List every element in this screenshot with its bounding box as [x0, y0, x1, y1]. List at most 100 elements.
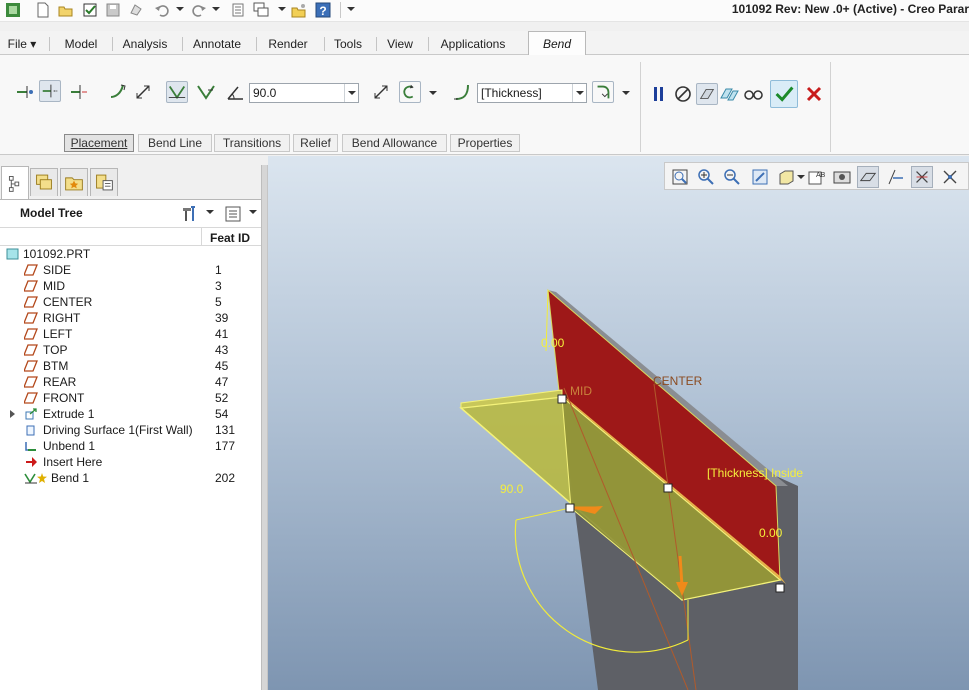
tree-item[interactable]: Extrude 1 54 [0, 406, 261, 422]
annotation-display-icon[interactable] [911, 166, 933, 188]
tree-item[interactable]: LEFT 41 [0, 326, 261, 342]
drag-handle[interactable] [775, 583, 785, 593]
bend-radius-field[interactable]: [Thickness] [477, 83, 587, 103]
save-icon[interactable] [104, 1, 122, 19]
checkmark-icon[interactable] [81, 1, 99, 19]
feat-id-column-header[interactable]: Feat ID [210, 231, 250, 245]
model-tree-tab-icon[interactable] [1, 166, 29, 199]
no-preview-icon[interactable] [672, 83, 694, 105]
bend-angle-icon[interactable] [39, 80, 61, 102]
tree-item[interactable]: FRONT 52 [0, 390, 261, 406]
tree-item[interactable]: TOP 43 [0, 342, 261, 358]
drag-handle[interactable] [663, 483, 673, 493]
bend-angle-type-dropdown[interactable] [427, 82, 437, 104]
bend-line-icon[interactable] [166, 81, 188, 103]
zoom-in-icon[interactable] [695, 166, 717, 188]
tree-item[interactable]: Bend 1 202 [0, 470, 261, 486]
tab-annotate[interactable]: Annotate [186, 34, 248, 54]
pause-icon[interactable] [648, 83, 670, 105]
tab-model[interactable]: Model [56, 34, 106, 54]
dim-top-label[interactable]: 0.00 [541, 336, 565, 350]
redo-dropdown[interactable] [210, 0, 220, 20]
bend-direction-icon[interactable] [195, 81, 217, 103]
layers-tab-icon[interactable] [30, 168, 58, 196]
help-icon[interactable]: ? [314, 1, 332, 19]
bend-to-end-icon[interactable] [14, 81, 36, 103]
navigator-splitter[interactable] [261, 165, 268, 690]
expand-arrow-icon[interactable] [10, 410, 15, 418]
windows-icon[interactable] [252, 1, 270, 19]
bend-centered-icon[interactable] [68, 81, 90, 103]
windows-dropdown[interactable] [276, 0, 286, 20]
subtab-transitions[interactable]: Transitions [214, 134, 290, 152]
tree-item[interactable]: BTM 45 [0, 358, 261, 374]
new-icon[interactable] [34, 1, 52, 19]
drag-handle[interactable] [557, 394, 567, 404]
spin-center-icon[interactable] [939, 166, 961, 188]
regenerate-icon[interactable] [127, 1, 145, 19]
tab-applications[interactable]: Applications [432, 34, 514, 54]
column-divider[interactable] [201, 228, 202, 246]
radius-side-dropdown[interactable] [620, 82, 630, 104]
flip-angle-icon[interactable] [370, 81, 392, 103]
tree-item[interactable]: Driving Surface 1(First Wall) 131 [0, 422, 261, 438]
cancel-x-icon[interactable] [803, 83, 825, 105]
tree-item[interactable]: Unbend 1 177 [0, 438, 261, 454]
close-window-icon[interactable] [290, 1, 308, 19]
saved-orientations-icon[interactable]: AB [805, 166, 827, 188]
tree-item[interactable]: 101092.PRT [0, 246, 261, 262]
subtab-relief[interactable]: Relief [293, 134, 338, 152]
subtab-bend-allowance[interactable]: Bend Allowance [342, 134, 447, 152]
refit-icon[interactable] [669, 166, 691, 188]
app-icon[interactable] [4, 1, 22, 19]
tree-item[interactable]: Insert Here [0, 454, 261, 470]
subtab-placement[interactable]: Placement [64, 134, 134, 152]
redo-icon[interactable] [190, 1, 208, 19]
tree-item[interactable]: REAR 47 [0, 374, 261, 390]
tab-view[interactable]: View [380, 34, 420, 54]
angle-label[interactable]: 90.0 [500, 482, 524, 496]
flip-side-icon[interactable] [132, 81, 154, 103]
tab-tools[interactable]: Tools [328, 34, 368, 54]
repaint-icon[interactable] [749, 166, 771, 188]
datum-display-icon[interactable] [885, 166, 907, 188]
detached-preview-icon[interactable] [718, 83, 740, 105]
bend-angle-dropdown[interactable] [344, 84, 358, 102]
radius-side-icon[interactable] [592, 81, 614, 103]
bend-angle-field[interactable]: 90.0 [249, 83, 359, 103]
display-style-icon[interactable] [775, 166, 797, 188]
undo-icon[interactable] [153, 1, 171, 19]
tab-file[interactable]: File ▾ [2, 34, 42, 54]
model-scene[interactable]: 0.00 MID CENTER [Thickness] Inside 90.0 … [268, 156, 969, 690]
tab-analysis[interactable]: Analysis [116, 34, 174, 54]
subtab-properties[interactable]: Properties [450, 134, 520, 152]
customize-icon[interactable] [345, 0, 355, 20]
show-dropdown[interactable] [247, 201, 257, 223]
tree-item[interactable]: RIGHT 39 [0, 310, 261, 326]
regen-manager-icon[interactable] [229, 1, 247, 19]
dim-right-label[interactable]: 0.00 [759, 526, 783, 540]
tree-item[interactable]: MID 3 [0, 278, 261, 294]
perspective-view-icon[interactable] [857, 166, 879, 188]
bend-angle-type-icon[interactable] [399, 81, 421, 103]
rolled-bend-icon[interactable] [107, 81, 129, 103]
view-manager-icon[interactable] [831, 166, 853, 188]
display-style-dropdown[interactable] [795, 166, 805, 188]
undo-dropdown[interactable] [174, 0, 184, 20]
thickness-label[interactable]: [Thickness] Inside [707, 466, 803, 480]
show-icon[interactable] [223, 204, 243, 224]
favorites-tab-icon[interactable] [60, 168, 88, 196]
tab-render[interactable]: Render [260, 34, 316, 54]
tree-item[interactable]: SIDE 1 [0, 262, 261, 278]
open-icon[interactable] [57, 1, 75, 19]
tree-item[interactable]: CENTER 5 [0, 294, 261, 310]
tree-settings-dropdown[interactable] [204, 201, 214, 223]
folder-browser-tab-icon[interactable] [90, 168, 118, 196]
tab-bend[interactable]: Bend [528, 31, 586, 56]
tree-settings-icon[interactable] [180, 204, 200, 224]
verify-icon[interactable] [742, 83, 764, 105]
bend-radius-dropdown[interactable] [572, 84, 586, 102]
drag-handle[interactable] [565, 503, 575, 513]
subtab-bend-line[interactable]: Bend Line [138, 134, 212, 152]
ok-checkmark-icon[interactable] [770, 80, 798, 108]
